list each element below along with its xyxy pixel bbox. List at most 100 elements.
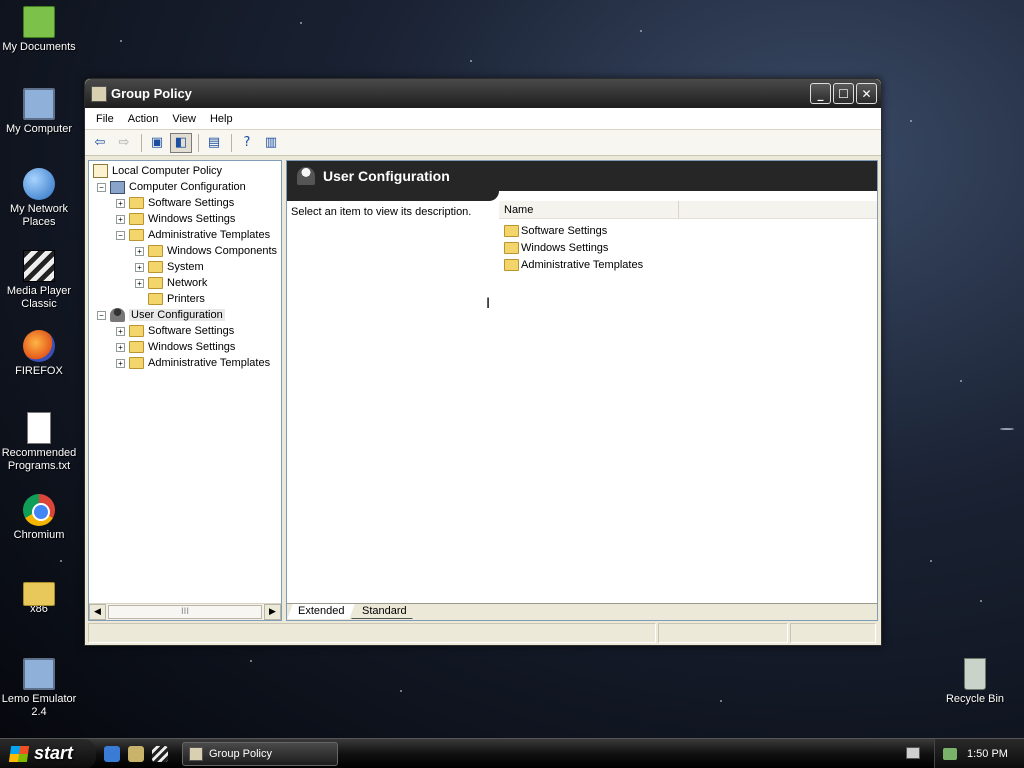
windows-logo-icon <box>8 745 30 762</box>
folder-icon <box>148 293 163 305</box>
expand-icon[interactable]: + <box>135 262 144 272</box>
show-hide-tree-button[interactable]: ◧ <box>170 132 192 153</box>
list-item-windows-settings[interactable]: Windows Settings <box>499 239 877 256</box>
expand-icon[interactable]: + <box>116 342 125 352</box>
desktop-icon-x86[interactable]: x86 <box>0 576 78 616</box>
toolbar: ⇦ ⇨ ▣ ◧ ▤ ? ▥ <box>85 130 881 156</box>
menu-view[interactable]: View <box>165 113 203 125</box>
desktop-icon-media-player-classic[interactable]: Media Player Classic <box>0 250 78 311</box>
scroll-left-button[interactable]: ◀ <box>89 604 106 620</box>
toolbar-separator <box>231 133 232 152</box>
desktop-icon-chromium[interactable]: Chromium <box>0 494 78 542</box>
start-button[interactable]: start <box>0 738 96 768</box>
tree-item-network[interactable]: + Network <box>135 275 207 291</box>
folder-icon <box>129 357 144 369</box>
clapperboard-icon <box>23 250 55 282</box>
expand-icon[interactable]: + <box>116 358 125 368</box>
tree-item-uc-software-settings[interactable]: + Software Settings <box>116 323 234 339</box>
desktop-icon-recommended-programs[interactable]: Recommended Programs.txt <box>0 412 78 473</box>
group-policy-window[interactable]: Group Policy _ ☐ ✕ File Action View Help… <box>84 78 882 646</box>
view-tabs: Extended Standard <box>287 603 877 620</box>
maximize-icon: ☐ <box>838 86 849 101</box>
tree-item-cc-administrative-templates[interactable]: − Administrative Templates <box>116 227 270 243</box>
scroll-right-button[interactable]: ▶ <box>264 604 281 620</box>
collapse-icon[interactable]: − <box>97 310 106 320</box>
details-list[interactable]: Name Software Settings Windows Settings … <box>499 201 877 273</box>
desktop-icon-recycle-bin[interactable]: Recycle Bin <box>936 658 1014 706</box>
system-tray: 1:50 PM <box>934 739 1024 768</box>
minimize-button[interactable]: _ <box>810 83 831 104</box>
clock[interactable]: 1:50 PM <box>967 748 1008 760</box>
user-icon <box>110 308 125 322</box>
folder-icon <box>504 241 519 254</box>
tree-item-cc-windows-settings[interactable]: + Windows Settings <box>116 211 235 227</box>
up-one-level-button[interactable]: ▣ <box>146 133 168 153</box>
maximize-button[interactable]: ☐ <box>833 83 854 104</box>
tree-item-cc-software-settings[interactable]: + Software Settings <box>116 195 234 211</box>
folder-icon <box>148 277 163 289</box>
details-pane[interactable]: User Configuration Select an item to vie… <box>286 160 878 621</box>
scroll-thumb[interactable]: III <box>108 605 262 619</box>
tree-item-windows-components[interactable]: + Windows Components <box>135 243 277 259</box>
taskbar-button-group-policy[interactable]: Group Policy <box>182 741 338 766</box>
group-policy-quicklaunch-icon[interactable] <box>128 745 144 762</box>
menu-file[interactable]: File <box>89 113 121 125</box>
collapse-icon[interactable]: − <box>97 182 106 192</box>
status-cell-3 <box>790 623 876 643</box>
collapse-icon[interactable]: − <box>116 230 125 240</box>
status-cell-2 <box>658 623 788 643</box>
tree-item-uc-windows-settings[interactable]: + Windows Settings <box>116 339 235 355</box>
recycle-bin-icon <box>964 658 986 690</box>
tree-item-local-computer-policy[interactable]: Local Computer Policy <box>93 163 222 179</box>
tree-item-uc-administrative-templates[interactable]: + Administrative Templates <box>116 355 270 371</box>
expand-icon[interactable]: + <box>116 214 125 224</box>
tab-standard[interactable]: Standard <box>351 604 418 619</box>
expand-icon[interactable]: + <box>116 198 125 208</box>
toolbar-separator <box>198 133 199 152</box>
tree-item-user-configuration[interactable]: − User Configuration <box>97 307 225 323</box>
tree-pane[interactable]: Local Computer Policy − Computer Configu… <box>88 160 282 621</box>
group-policy-app-icon <box>189 746 203 761</box>
list-header: Name <box>499 201 877 219</box>
policy-scroll-icon <box>93 164 108 178</box>
close-button[interactable]: ✕ <box>856 83 877 104</box>
expand-icon[interactable]: + <box>116 326 125 336</box>
back-button[interactable]: ⇦ <box>89 133 111 153</box>
media-player-quicklaunch-icon[interactable] <box>152 745 168 762</box>
menu-help[interactable]: Help <box>203 113 240 125</box>
desktop-icon-my-documents[interactable]: My Documents <box>0 6 78 54</box>
tab-extended[interactable]: Extended <box>287 604 356 619</box>
close-icon: ✕ <box>861 86 872 101</box>
desktop-icon-my-computer[interactable]: My Computer <box>0 88 78 136</box>
text-cursor-icon: I <box>486 296 491 312</box>
folder-icon <box>129 341 144 353</box>
network-tray-icon[interactable] <box>943 748 957 760</box>
expand-icon[interactable]: + <box>135 246 144 256</box>
help-button[interactable]: ? <box>236 133 258 153</box>
export-list-button[interactable]: ▤ <box>203 133 225 153</box>
desktop-icon-lemo-emulator[interactable]: Lemo Emulator 2.4 <box>0 658 78 719</box>
tree-item-computer-configuration[interactable]: − Computer Configuration <box>97 179 246 195</box>
tree-item-system[interactable]: + System <box>135 259 204 275</box>
tree-item-printers[interactable]: Printers <box>135 291 205 307</box>
window-titlebar[interactable]: Group Policy _ ☐ ✕ <box>85 79 881 108</box>
back-arrow-icon: ⇦ <box>94 135 106 150</box>
list-item-administrative-templates[interactable]: Administrative Templates <box>499 256 877 273</box>
list-item-software-settings[interactable]: Software Settings <box>499 222 877 239</box>
menu-action[interactable]: Action <box>121 113 166 125</box>
tree-horizontal-scrollbar[interactable]: ◀ III ▶ <box>89 603 281 620</box>
ie-quicklaunch-icon[interactable] <box>104 745 120 762</box>
desktop-icon-my-network-places[interactable]: My Network Places <box>0 168 78 229</box>
expand-icon[interactable]: + <box>135 278 144 288</box>
my-documents-icon <box>23 6 55 38</box>
forward-button[interactable]: ⇨ <box>113 133 135 153</box>
header-curve-decoration <box>287 191 499 201</box>
toolbar-separator <box>141 133 142 152</box>
folder-icon <box>129 229 144 241</box>
column-header-empty[interactable] <box>679 201 877 218</box>
properties-button[interactable]: ▥ <box>260 133 282 153</box>
desktop-icon-firefox[interactable]: FIREFOX <box>0 330 78 378</box>
computer-icon <box>110 180 125 194</box>
column-header-name[interactable]: Name <box>499 201 679 218</box>
keyboard-icon[interactable] <box>906 747 920 759</box>
